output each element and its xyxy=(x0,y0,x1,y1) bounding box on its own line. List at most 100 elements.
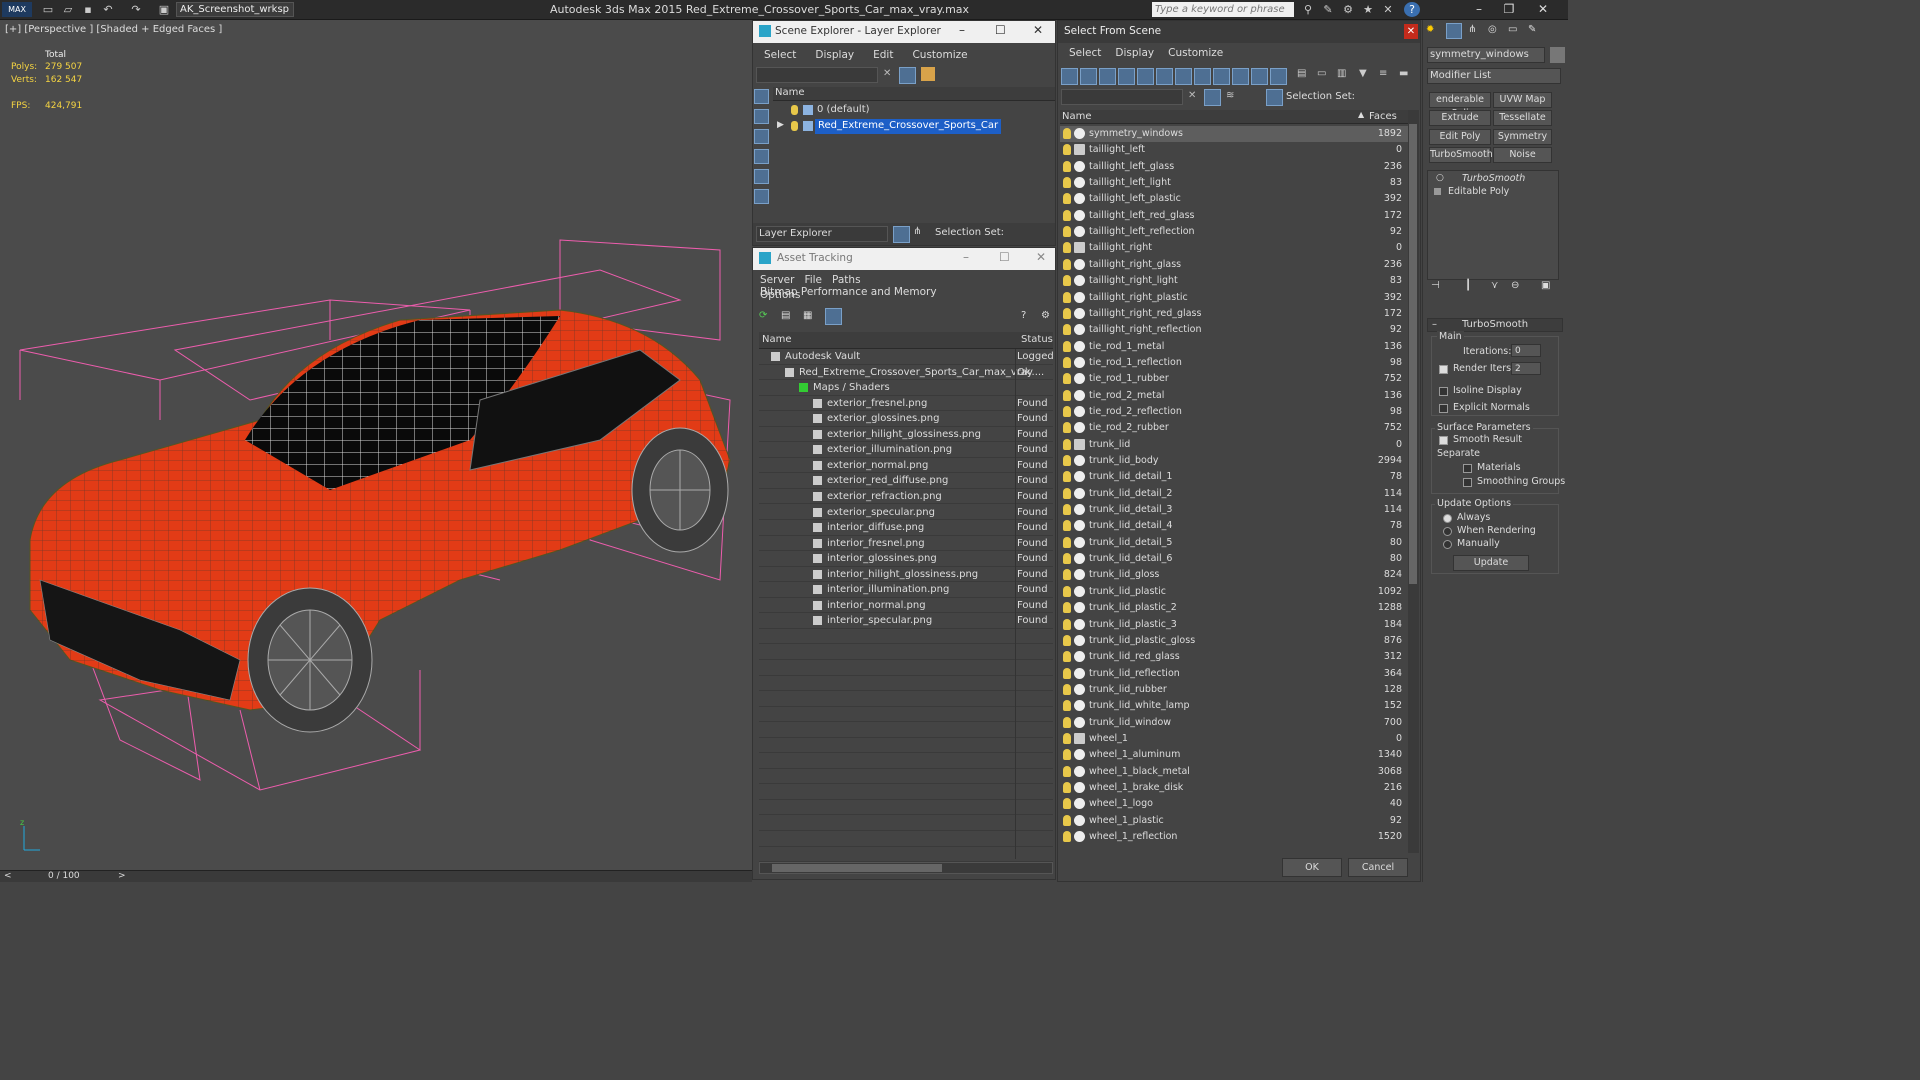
explorer-type-dropdown[interactable]: Layer Explorer xyxy=(756,226,888,242)
scene-object-row[interactable]: tie_rod_1_metal 136 xyxy=(1060,339,1408,355)
extrude-button[interactable]: Extrude xyxy=(1429,110,1491,126)
light-bulb-icon[interactable] xyxy=(1063,275,1071,287)
filter-shapes-icon[interactable] xyxy=(1080,68,1097,85)
layer-name-column[interactable]: Name xyxy=(773,87,1055,101)
scene-object-row[interactable]: taillight_left 0 xyxy=(1060,142,1408,158)
light-bulb-icon[interactable] xyxy=(1063,438,1071,450)
scene-explorer-titlebar[interactable]: Scene Explorer - Layer Explorer – ☐ ✕ xyxy=(753,21,1055,43)
light-bulb-icon[interactable] xyxy=(1063,798,1071,810)
light-bulb-icon[interactable] xyxy=(791,121,798,131)
menu-customize[interactable]: Customize xyxy=(912,49,967,61)
light-bulb-icon[interactable] xyxy=(1063,553,1071,565)
light-bulb-icon[interactable] xyxy=(1063,389,1071,401)
select-all-icon[interactable]: ▤ xyxy=(1297,68,1306,79)
minimize-button[interactable]: – xyxy=(1466,1,1492,18)
light-bulb-icon[interactable] xyxy=(1063,324,1071,336)
scene-object-row[interactable]: taillight_right_reflection 92 xyxy=(1060,322,1408,338)
light-bulb-icon[interactable] xyxy=(1063,128,1071,139)
scene-object-row[interactable]: taillight_left_reflection 92 xyxy=(1060,224,1408,240)
create-tab-icon[interactable]: ✹ xyxy=(1426,24,1434,35)
filter-helpers-icon[interactable] xyxy=(1137,68,1154,85)
scene-explorer-close[interactable]: ✕ xyxy=(1033,23,1043,37)
menu-display[interactable]: Display xyxy=(815,49,854,61)
scene-object-row[interactable]: taillight_left_plastic 392 xyxy=(1060,191,1408,207)
scene-object-row[interactable]: trunk_lid_detail_1 78 xyxy=(1060,469,1408,485)
sort-options-icon[interactable]: ≡ xyxy=(1379,68,1387,79)
isoline-checkbox[interactable] xyxy=(1439,387,1448,396)
filter-frozen-icon[interactable] xyxy=(1251,68,1268,85)
asset-row[interactable]: exterior_fresnel.png Found xyxy=(759,396,1053,412)
scene-object-row[interactable]: wheel_1_plastic 92 xyxy=(1060,813,1408,829)
light-bulb-icon[interactable] xyxy=(1063,716,1071,728)
scene-object-row[interactable]: trunk_lid_gloss 824 xyxy=(1060,567,1408,583)
hierarchy-tab-icon[interactable]: ⋔ xyxy=(1468,24,1476,35)
asset-row[interactable]: interior_diffuse.png Found xyxy=(759,520,1053,536)
asset-row[interactable]: exterior_red_diffuse.png Found xyxy=(759,473,1053,489)
list-view-icon[interactable]: ▤ xyxy=(781,310,790,321)
select-invert-icon[interactable]: ▥ xyxy=(1337,68,1346,79)
ok-button[interactable]: OK xyxy=(1282,858,1342,877)
asset-minimize[interactable]: – xyxy=(963,250,969,264)
light-bulb-icon[interactable] xyxy=(1063,144,1071,156)
scene-object-row[interactable]: tie_rod_1_rubber 752 xyxy=(1060,371,1408,387)
sfs-titlebar[interactable]: Select From Scene ✕ xyxy=(1058,21,1420,43)
light-bulb-icon[interactable] xyxy=(1063,291,1071,303)
smooth-result-checkbox[interactable] xyxy=(1439,436,1448,445)
noise-button[interactable]: Noise xyxy=(1493,147,1552,163)
scene-object-row[interactable]: trunk_lid_detail_4 78 xyxy=(1060,518,1408,534)
renderable-spline-button[interactable]: enderable Spli xyxy=(1429,92,1491,119)
filter-groups-icon[interactable] xyxy=(1175,68,1192,85)
keyword-search-input[interactable]: Type a keyword or phrase xyxy=(1152,2,1294,17)
expand-box-icon[interactable] xyxy=(1434,188,1441,195)
filter-hidden-icon[interactable] xyxy=(1270,68,1287,85)
object-name-field[interactable]: symmetry_windows xyxy=(1427,47,1545,63)
uvw-map-button[interactable]: UVW Map xyxy=(1493,92,1552,108)
layer-row-car[interactable]: ▶ Red_Extreme_Crossover_Sports_Car xyxy=(773,119,1055,135)
scene-object-row[interactable]: taillight_right 0 xyxy=(1060,240,1408,256)
scene-object-row[interactable]: tie_rod_2_rubber 752 xyxy=(1060,420,1408,436)
cancel-button[interactable]: Cancel xyxy=(1348,858,1408,877)
menu-paths[interactable]: Paths xyxy=(832,274,861,286)
light-bulb-icon[interactable] xyxy=(1063,700,1071,712)
scene-object-row[interactable]: trunk_lid_white_lamp 152 xyxy=(1060,698,1408,714)
menu-file[interactable]: File xyxy=(804,274,822,286)
materials-checkbox[interactable] xyxy=(1463,464,1472,473)
smoothing-groups-checkbox[interactable] xyxy=(1463,478,1472,487)
light-bulb-icon[interactable] xyxy=(1063,536,1071,548)
scene-object-row[interactable]: trunk_lid_plastic 1092 xyxy=(1060,584,1408,600)
show-end-result-icon[interactable]: ┃ xyxy=(1465,280,1471,291)
sfs-filter-icon[interactable] xyxy=(1204,89,1221,106)
motion-tab-icon[interactable]: ◎ xyxy=(1488,24,1497,35)
light-bulb-icon[interactable] xyxy=(1063,504,1071,516)
light-bulb-icon[interactable] xyxy=(1063,340,1071,352)
tools-icon[interactable]: ✎ xyxy=(1320,2,1336,17)
workspace-dropdown[interactable]: AK_Screenshot_wrksp xyxy=(176,2,294,17)
scene-object-row[interactable]: tie_rod_2_metal 136 xyxy=(1060,388,1408,404)
menu-server[interactable]: Server xyxy=(760,274,794,286)
sfs-hierarchy-icon[interactable] xyxy=(1266,89,1283,106)
binoculars-icon[interactable]: ⚲ xyxy=(1300,2,1316,17)
light-bulb-icon[interactable] xyxy=(1063,193,1071,205)
light-bulb-icon[interactable] xyxy=(1063,782,1071,793)
asset-close[interactable]: ✕ xyxy=(1036,250,1046,264)
tessellate-button[interactable]: Tessellate xyxy=(1493,110,1552,126)
light-bulb-icon[interactable] xyxy=(1063,569,1071,581)
display-geometry-icon[interactable] xyxy=(754,89,769,104)
render-iters-checkbox[interactable] xyxy=(1439,365,1448,374)
light-bulb-icon[interactable] xyxy=(1063,160,1071,172)
light-bulb-icon[interactable] xyxy=(1063,602,1071,614)
light-bulb-icon[interactable] xyxy=(1063,814,1071,826)
scene-object-row[interactable]: wheel_1_brake_disk 216 xyxy=(1060,780,1408,796)
scene-object-row[interactable]: wheel_1_aluminum 1340 xyxy=(1060,747,1408,763)
light-bulb-icon[interactable] xyxy=(1063,307,1071,319)
display-lights-icon[interactable] xyxy=(754,129,769,144)
expand-arrow-icon[interactable]: ▶ xyxy=(777,120,784,130)
filter-geometry-icon[interactable] xyxy=(1061,68,1078,85)
light-bulb-icon[interactable] xyxy=(1063,585,1071,597)
display-spacewarps-icon[interactable] xyxy=(754,189,769,204)
filter-containers-icon[interactable] xyxy=(1232,68,1249,85)
scene-object-row[interactable]: taillight_left_red_glass 172 xyxy=(1060,208,1408,224)
scene-object-row[interactable]: trunk_lid_detail_2 114 xyxy=(1060,486,1408,502)
light-bulb-icon[interactable] xyxy=(1063,520,1071,532)
manually-radio[interactable] xyxy=(1443,540,1452,549)
